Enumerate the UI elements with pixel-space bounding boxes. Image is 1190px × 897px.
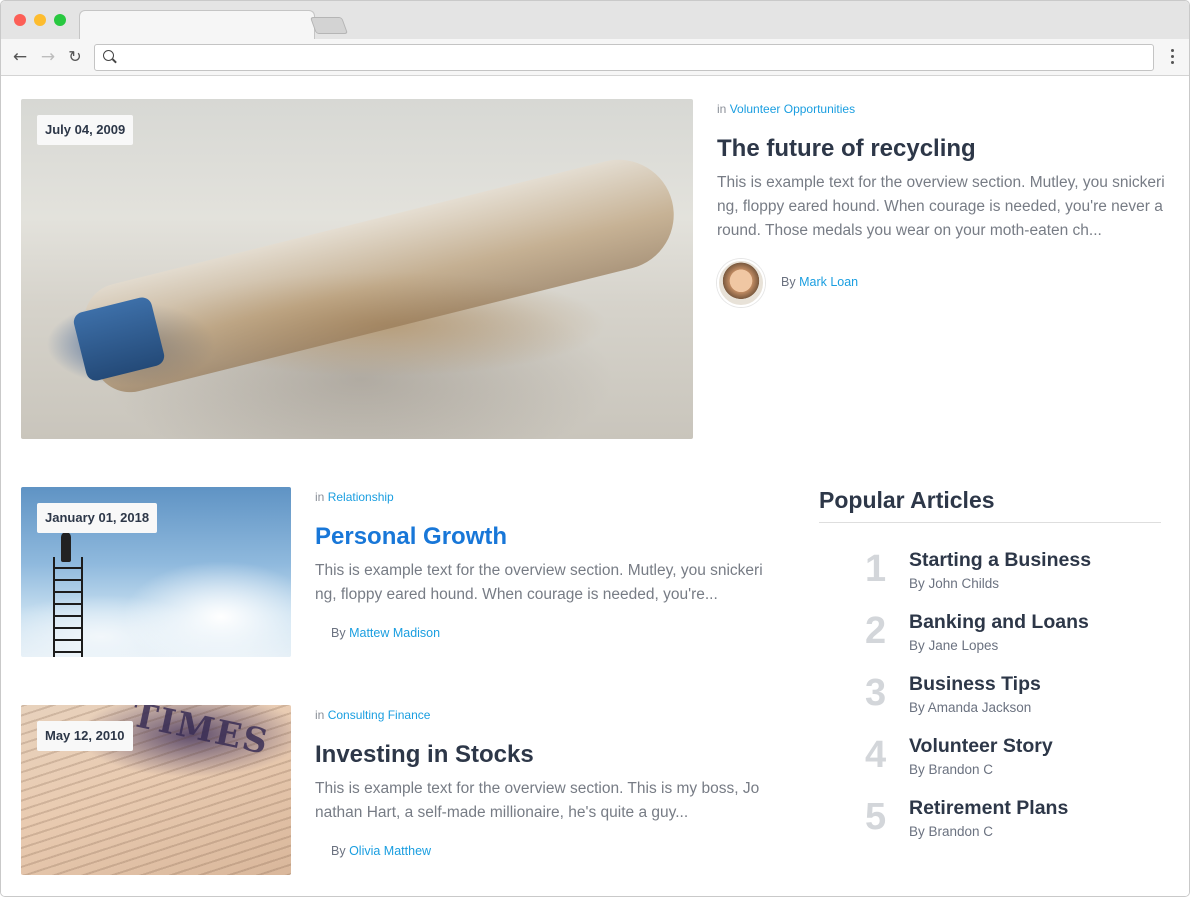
search-icon xyxy=(103,50,114,61)
bottle-illustration xyxy=(76,148,686,400)
popular-article-title[interactable]: Starting a Business xyxy=(909,549,1091,572)
rank-number: 3 xyxy=(865,672,887,714)
rank-number: 1 xyxy=(865,548,887,590)
category-link[interactable]: Volunteer Opportunities xyxy=(730,102,855,116)
featured-category-line: in Volunteer Opportunities xyxy=(717,102,855,116)
close-window-button[interactable] xyxy=(14,14,26,26)
date-badge: May 12, 2010 xyxy=(37,721,133,751)
rank-number: 2 xyxy=(865,610,887,652)
popular-article-item[interactable]: 4 Volunteer Story By Brandon C xyxy=(819,733,1161,789)
person-illustration xyxy=(61,532,71,562)
popular-article-author: By John Childs xyxy=(909,576,1000,591)
article-image[interactable]: TIMES May 12, 2010 xyxy=(21,705,291,875)
popular-article-author: By Brandon C xyxy=(909,824,994,839)
address-bar[interactable] xyxy=(94,44,1154,71)
article-excerpt: This is example text for the overview se… xyxy=(315,562,763,603)
avatar[interactable] xyxy=(717,259,765,307)
featured-article-excerpt: This is example text for the overview se… xyxy=(717,174,1165,239)
article-title[interactable]: Investing in Stocks xyxy=(315,741,534,769)
reload-icon[interactable]: ↻ xyxy=(65,46,85,68)
popular-article-item[interactable]: 3 Business Tips By Amanda Jackson xyxy=(819,671,1161,727)
popular-article-item[interactable]: 1 Starting a Business By John Childs xyxy=(819,547,1161,603)
forward-arrow-icon[interactable]: → xyxy=(38,46,58,68)
article-category-line: in Consulting Finance xyxy=(315,708,430,722)
featured-article-title[interactable]: The future of recycling xyxy=(717,135,976,163)
popular-article-title[interactable]: Business Tips xyxy=(909,673,1041,696)
browser-tab-active[interactable] xyxy=(79,10,315,40)
newspaper-masthead: TIMES xyxy=(128,705,273,764)
popular-article-title[interactable]: Retirement Plans xyxy=(909,797,1068,820)
rank-number: 5 xyxy=(865,796,887,838)
popular-article-author: By Brandon C xyxy=(909,762,994,777)
featured-article-image[interactable]: July 04, 2009 xyxy=(21,99,693,439)
article-excerpt: This is example text for the overview se… xyxy=(315,780,760,821)
browser-toolbar: ← → ↻ xyxy=(1,39,1189,76)
author-link[interactable]: Mattew Madison xyxy=(349,626,440,640)
ladder-illustration xyxy=(53,557,83,657)
by-prefix: By xyxy=(331,844,346,858)
author-line: By Mattew Madison xyxy=(331,626,440,640)
by-prefix: By xyxy=(331,626,346,640)
author-line: By Olivia Matthew xyxy=(331,844,431,858)
category-link[interactable]: Relationship xyxy=(328,490,394,504)
category-prefix: in xyxy=(315,708,325,722)
date-badge: July 04, 2009 xyxy=(37,115,134,145)
popular-article-title[interactable]: Volunteer Story xyxy=(909,735,1053,758)
category-prefix: in xyxy=(315,490,325,504)
rank-number: 4 xyxy=(865,734,887,776)
popular-articles-heading: Popular Articles xyxy=(819,487,995,513)
by-prefix: By xyxy=(781,275,796,289)
category-link[interactable]: Consulting Finance xyxy=(328,708,431,722)
article-title[interactable]: Personal Growth xyxy=(315,523,507,551)
popular-article-item[interactable]: 2 Banking and Loans By Jane Lopes xyxy=(819,609,1161,665)
popular-article-author: By Jane Lopes xyxy=(909,638,999,653)
new-tab-button[interactable] xyxy=(309,17,349,34)
minimize-window-button[interactable] xyxy=(34,14,46,26)
author-line: By Mark Loan xyxy=(781,275,858,289)
date-badge: January 01, 2018 xyxy=(37,503,158,533)
category-prefix: in xyxy=(717,102,727,116)
author-link[interactable]: Mark Loan xyxy=(799,275,858,289)
maximize-window-button[interactable] xyxy=(54,14,66,26)
author-link[interactable]: Olivia Matthew xyxy=(349,844,431,858)
article-category-line: in Relationship xyxy=(315,490,394,504)
article-image[interactable]: January 01, 2018 xyxy=(21,487,291,657)
back-arrow-icon[interactable]: ← xyxy=(10,46,30,68)
page-content: July 04, 2009 in Volunteer Opportunities… xyxy=(1,77,1189,896)
browser-window: ← → ↻ July 04, 2009 in Volunteer Opportu… xyxy=(0,0,1190,897)
browser-menu-icon[interactable] xyxy=(1166,49,1178,67)
popular-article-title[interactable]: Banking and Loans xyxy=(909,611,1089,634)
tab-bar xyxy=(1,1,1189,40)
popular-article-author: By Amanda Jackson xyxy=(909,700,1032,715)
divider xyxy=(819,522,1161,523)
popular-article-item[interactable]: 5 Retirement Plans By Brandon C xyxy=(819,795,1161,851)
